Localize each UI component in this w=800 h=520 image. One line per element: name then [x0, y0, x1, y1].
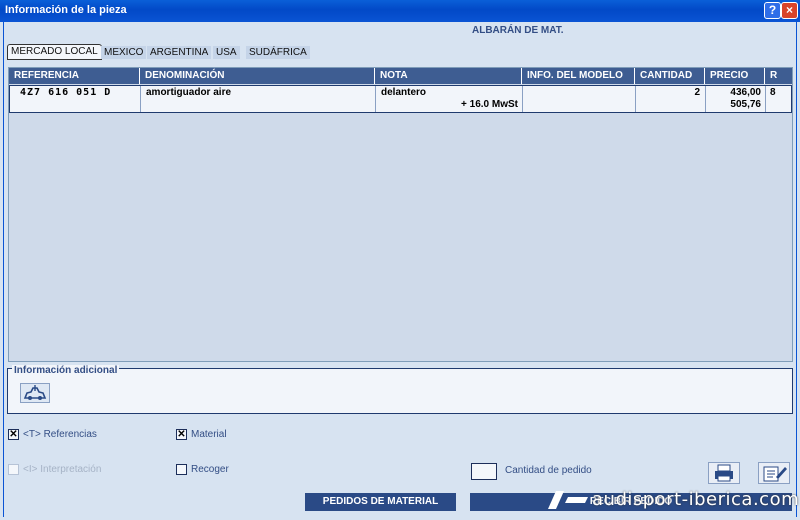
- part-description: amortiguador aire: [146, 87, 232, 98]
- price-total: 505,76: [730, 99, 761, 110]
- tab-mexico[interactable]: MEXICO: [101, 46, 147, 59]
- additional-info-panel: Información adicional: [7, 365, 793, 414]
- r-value: 8: [770, 87, 776, 98]
- window-titlebar: Información de la pieza ? ×: [0, 0, 800, 22]
- printer-icon: [715, 464, 733, 482]
- pedidos-material-button[interactable]: PEDIDOS DE MATERIAL: [305, 493, 456, 511]
- tab-mercado-local[interactable]: MERCADO LOCAL: [7, 44, 102, 60]
- table-header: REFERENCIA DENOMINACIÓN NOTA INFO. DEL M…: [9, 68, 792, 84]
- material-checkbox[interactable]: ✕: [176, 429, 187, 440]
- col-denominacion[interactable]: DENOMINACIÓN: [140, 68, 375, 84]
- table-row[interactable]: 4Z7 616 051 D amortiguador aire delanter…: [9, 85, 792, 113]
- tab-argentina[interactable]: ARGENTINA: [147, 46, 212, 59]
- recoger-label[interactable]: Recoger: [191, 464, 229, 475]
- interpretacion-checkbox[interactable]: [8, 464, 19, 475]
- additional-info-label: Información adicional: [12, 365, 120, 376]
- col-cantidad[interactable]: CANTIDAD: [635, 68, 705, 84]
- edit-button[interactable]: [758, 462, 790, 484]
- part-note: delantero: [381, 87, 427, 98]
- car-info-icon: [23, 385, 47, 400]
- watermark-logo-icon: [548, 491, 588, 509]
- cell-referencia: 4Z7 616 051 D: [10, 86, 141, 112]
- tax-note: + 16.0 MwSt: [461, 99, 518, 110]
- interpretacion-label[interactable]: <I> Interpretación: [23, 464, 101, 475]
- referencias-label[interactable]: <T> Referencias: [23, 429, 97, 440]
- edit-notepad-icon: [763, 466, 787, 482]
- cell-cantidad: 2: [636, 86, 706, 112]
- cell-r: 8: [766, 86, 793, 112]
- cell-info-modelo: [523, 86, 636, 112]
- print-button[interactable]: [708, 462, 740, 484]
- close-button[interactable]: ×: [781, 2, 798, 19]
- order-quantity-input[interactable]: [471, 463, 497, 480]
- cell-precio: 436,00 505,76: [706, 86, 766, 112]
- order-quantity-label: Cantidad de pedido: [505, 465, 592, 476]
- watermark: audisport-iberica.com: [548, 487, 800, 515]
- price-value: 436,00: [730, 87, 761, 98]
- help-button[interactable]: ?: [764, 2, 781, 19]
- part-number: 4Z7 616 051 D: [20, 87, 112, 98]
- col-precio[interactable]: PRECIO: [705, 68, 765, 84]
- window-title: Información de la pieza: [5, 4, 127, 16]
- tab-usa[interactable]: USA: [213, 46, 240, 59]
- col-nota[interactable]: NOTA: [375, 68, 522, 84]
- cell-denominacion: amortiguador aire: [141, 86, 376, 112]
- cell-nota: delantero + 16.0 MwSt: [376, 86, 523, 112]
- quantity-value: 2: [694, 87, 700, 98]
- document-title: ALBARÁN DE MAT.: [472, 25, 564, 36]
- material-label[interactable]: Material: [191, 429, 227, 440]
- col-referencia[interactable]: REFERENCIA: [9, 68, 140, 84]
- col-info-modelo[interactable]: INFO. DEL MODELO: [522, 68, 635, 84]
- parts-table: REFERENCIA DENOMINACIÓN NOTA INFO. DEL M…: [8, 67, 793, 362]
- recoger-checkbox[interactable]: [176, 464, 187, 475]
- referencias-checkbox[interactable]: ✕: [8, 429, 19, 440]
- col-r[interactable]: R: [765, 68, 792, 84]
- tab-sudafrica[interactable]: SUDÁFRICA: [246, 46, 310, 59]
- car-info-button[interactable]: [20, 383, 50, 403]
- watermark-text: audisport-iberica.com: [592, 489, 800, 510]
